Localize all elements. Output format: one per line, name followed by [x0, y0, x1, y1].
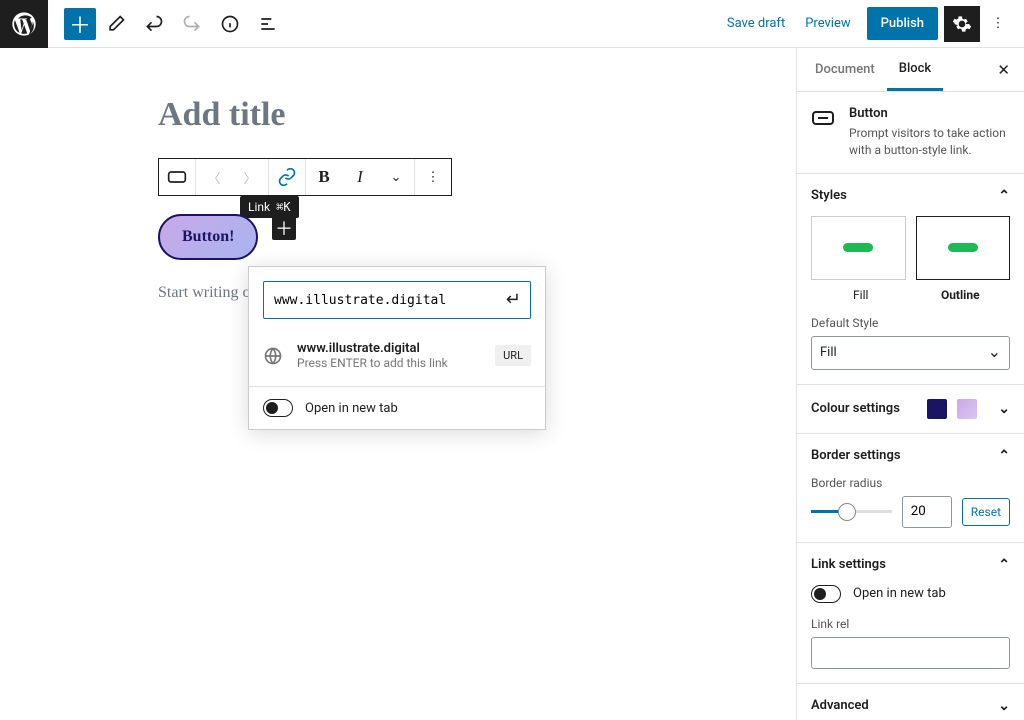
- block-description: Prompt visitors to take action with a bu…: [849, 125, 1010, 159]
- outline-icon[interactable]: [250, 6, 286, 42]
- italic-icon[interactable]: I: [342, 159, 378, 195]
- border-radius-reset-button[interactable]: Reset: [962, 498, 1010, 526]
- border-radius-input[interactable]: [902, 496, 952, 528]
- tab-block[interactable]: Block: [887, 48, 943, 91]
- chevron-up-icon: ⌃: [998, 448, 1010, 464]
- bold-icon[interactable]: B: [306, 159, 342, 195]
- save-draft-link[interactable]: Save draft: [717, 16, 795, 31]
- wordpress-logo[interactable]: [0, 0, 48, 48]
- chevron-up-icon: ⌃: [998, 557, 1010, 573]
- style-fill[interactable]: [811, 216, 906, 280]
- block-toolbar: 〈〉 BI⌄ ⋮: [158, 158, 452, 196]
- tab-document[interactable]: Document: [803, 48, 887, 91]
- advanced-panel-toggle[interactable]: Advanced⌄: [811, 698, 1010, 714]
- redo-icon: [174, 6, 210, 42]
- link-rel-input[interactable]: [811, 637, 1010, 669]
- info-icon[interactable]: [212, 6, 248, 42]
- sidebar-open-new-tab-toggle[interactable]: [811, 585, 841, 603]
- sidebar-open-new-tab-label: Open in new tab: [853, 586, 946, 601]
- text-colour-swatch: [927, 399, 947, 419]
- block-type-icon[interactable]: [159, 159, 195, 195]
- block-name: Button: [849, 106, 1010, 121]
- url-badge: URL: [495, 345, 531, 366]
- suggestion-title: www.illustrate.digital: [297, 341, 495, 356]
- styles-panel-toggle[interactable]: Styles⌃: [811, 188, 1010, 204]
- edit-mode-icon[interactable]: [98, 6, 134, 42]
- block-card: Button Prompt visitors to take action wi…: [797, 92, 1024, 174]
- link-suggestion[interactable]: www.illustrate.digital Press ENTER to ad…: [249, 333, 545, 387]
- add-block-button[interactable]: ＋: [64, 8, 96, 40]
- gear-icon: [952, 14, 972, 34]
- undo-icon[interactable]: [136, 6, 172, 42]
- button-block-icon: [811, 106, 835, 130]
- editor-topbar: ＋ Save draft Preview Publish ⋮: [0, 0, 1024, 48]
- link-rel-label: Link rel: [811, 617, 1010, 631]
- move-right-icon: 〉: [232, 159, 268, 195]
- editor-canvas: Add title 〈〉 BI⌄ ⋮ Link⌘K Button! ＋ Star…: [0, 48, 796, 720]
- bg-colour-swatch: [957, 399, 977, 419]
- link-settings-panel-toggle[interactable]: Link settings⌃: [811, 557, 1010, 573]
- chevron-up-icon: ⌃: [998, 188, 1010, 204]
- suggestion-subtitle: Press ENTER to add this link: [297, 356, 495, 370]
- border-radius-label: Border radius: [811, 476, 1010, 490]
- close-sidebar-icon[interactable]: ✕: [997, 61, 1018, 79]
- add-block-inline-button[interactable]: ＋: [272, 216, 296, 240]
- globe-icon: [263, 346, 283, 366]
- style-outline[interactable]: [916, 216, 1011, 280]
- default-style-label: Default Style: [811, 316, 1010, 330]
- more-format-icon[interactable]: ⌄: [378, 159, 414, 195]
- paragraph-placeholder[interactable]: Start writing o: [158, 284, 250, 302]
- move-left-icon: 〈: [196, 159, 232, 195]
- colour-panel-toggle[interactable]: Colour settings ⌄: [811, 399, 1010, 419]
- open-new-tab-toggle[interactable]: [263, 399, 293, 417]
- link-popover: ↵ www.illustrate.digital Press ENTER to …: [248, 266, 546, 430]
- wordpress-icon: [10, 10, 38, 38]
- border-radius-slider[interactable]: [811, 510, 892, 513]
- more-menu-icon[interactable]: ⋮: [980, 6, 1016, 42]
- post-title-input[interactable]: Add title: [158, 96, 718, 134]
- link-icon[interactable]: [269, 159, 305, 195]
- settings-button[interactable]: [944, 6, 980, 42]
- default-style-select[interactable]: Fill: [811, 336, 1010, 370]
- link-url-input[interactable]: [263, 281, 531, 319]
- style-outline-label: Outline: [911, 288, 1011, 302]
- button-block[interactable]: Button!: [158, 214, 258, 260]
- submit-link-icon[interactable]: ↵: [506, 289, 521, 310]
- style-fill-label: Fill: [811, 288, 911, 302]
- border-panel-toggle[interactable]: Border settings⌃: [811, 448, 1010, 464]
- preview-link[interactable]: Preview: [795, 16, 860, 31]
- open-new-tab-label: Open in new tab: [305, 401, 398, 416]
- block-more-icon[interactable]: ⋮: [415, 159, 451, 195]
- chevron-down-icon: ⌄: [998, 401, 1010, 417]
- chevron-down-icon: ⌄: [998, 698, 1010, 714]
- publish-button[interactable]: Publish: [867, 7, 938, 40]
- settings-sidebar: Document Block ✕ Button Prompt visitors …: [796, 48, 1024, 720]
